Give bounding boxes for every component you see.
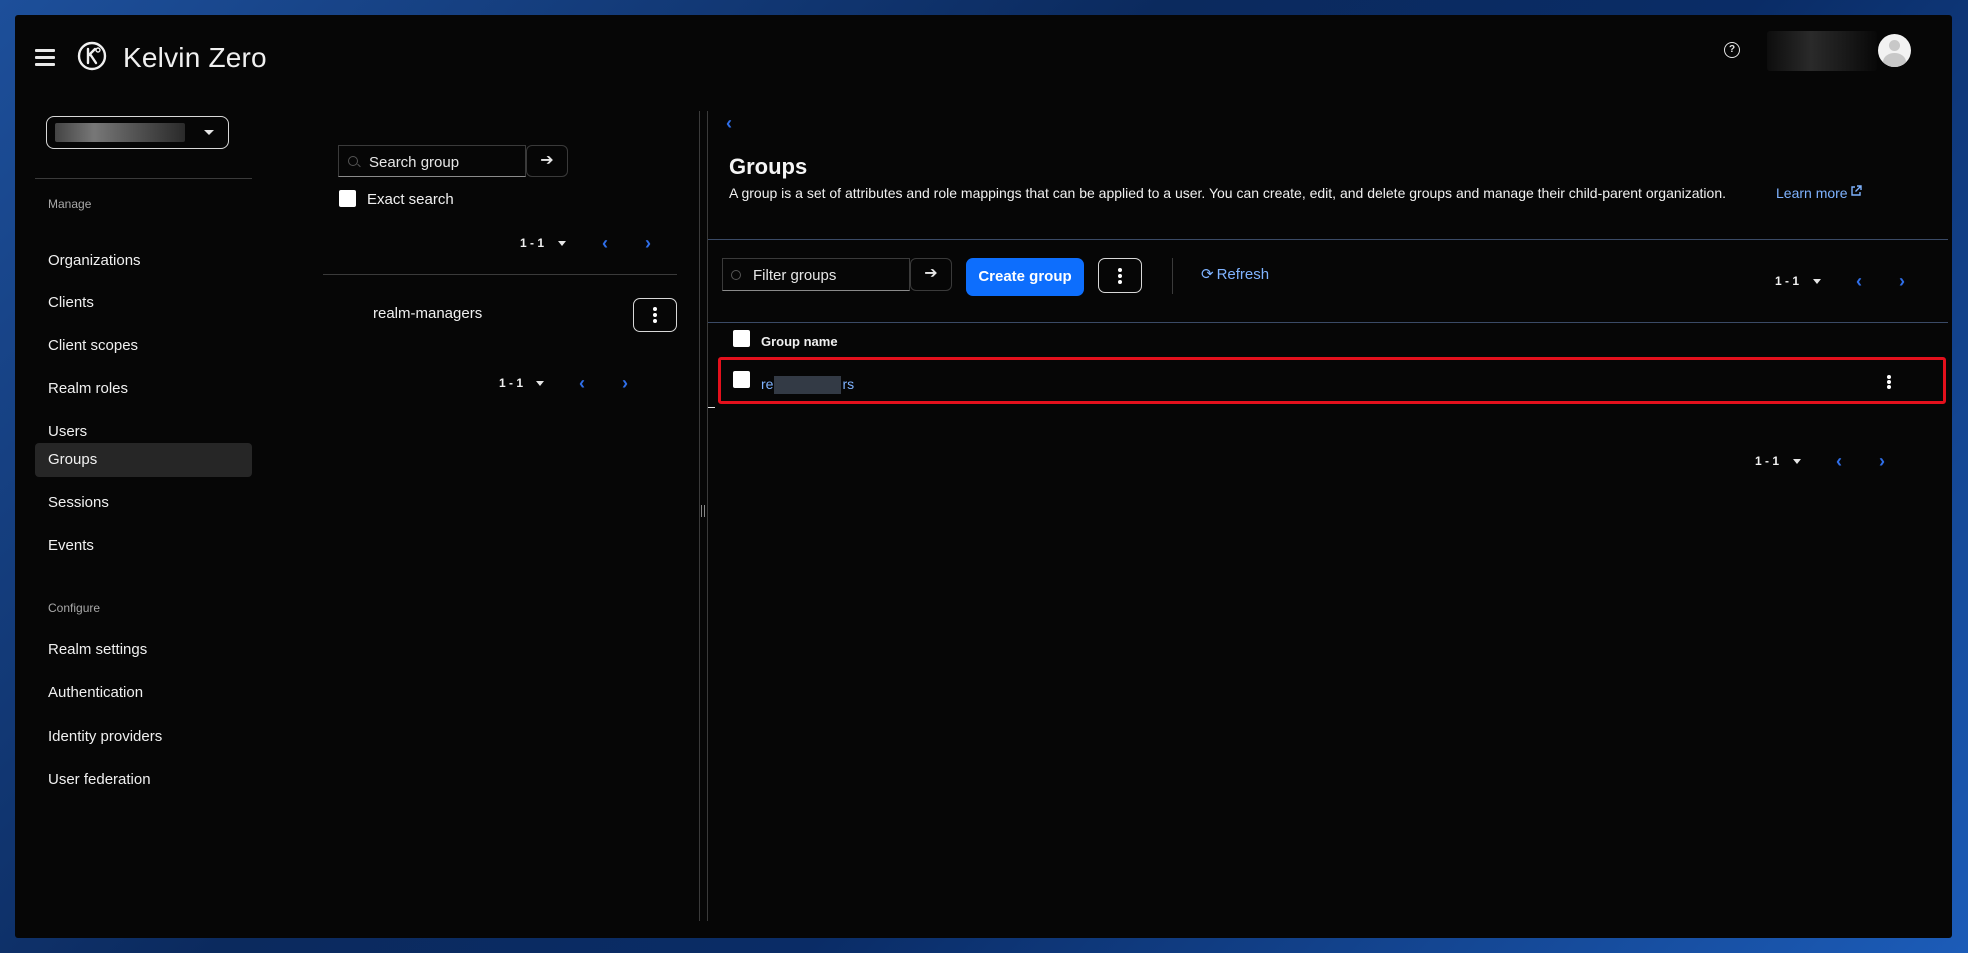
refresh-label: Refresh <box>1216 266 1270 283</box>
table-row <box>718 357 1946 404</box>
tree-pagination-caret-top-icon[interactable] <box>558 241 566 246</box>
filter-groups-submit-button[interactable]: ➔ <box>910 258 952 291</box>
nav-item-organizations[interactable]: Organizations <box>35 244 252 278</box>
prev-page-top-icon[interactable]: ‹ <box>1856 272 1862 290</box>
nav-item-user-federation[interactable]: User federation <box>35 763 252 797</box>
filter-groups-input[interactable] <box>751 259 910 292</box>
search-icon <box>348 156 358 166</box>
nav-section-configure: Configure <box>48 601 101 615</box>
nav-item-identity-providers[interactable]: Identity providers <box>35 720 252 754</box>
select-all-checkbox[interactable] <box>733 330 750 347</box>
realm-selector[interactable] <box>46 116 229 149</box>
prev-page-bottom-icon[interactable]: ‹ <box>1836 452 1842 470</box>
group-name-link[interactable]: re rs <box>761 376 855 395</box>
search-group-box <box>338 145 526 178</box>
toolbar-kebab-button[interactable] <box>1098 258 1142 293</box>
pagination-caret-bottom-icon[interactable] <box>1793 459 1801 464</box>
toolbar-separator <box>1172 258 1173 294</box>
create-group-button[interactable]: Create group <box>966 258 1084 296</box>
nav-item-authentication[interactable]: Authentication <box>35 676 252 710</box>
column-header-group-name: Group name <box>761 334 838 349</box>
tree-next-page-top-icon[interactable]: › <box>645 234 651 252</box>
tree-next-page-bottom-icon[interactable]: › <box>622 374 628 392</box>
search-group-submit-button[interactable]: ➔ <box>526 145 568 177</box>
splitter-drag-handle[interactable] <box>700 505 706 517</box>
refresh-button[interactable]: ⟳ Refresh <box>1201 265 1269 283</box>
nav-item-groups[interactable]: Groups <box>35 443 252 477</box>
user-menu-toggle[interactable] <box>1767 31 1877 71</box>
realm-name-redacted <box>55 123 185 142</box>
row-checkbox[interactable] <box>733 371 750 388</box>
brand-title: Kelvin Zero <box>123 42 267 73</box>
hamburger-menu-icon[interactable] <box>35 49 55 66</box>
page-description: A group is a set of attributes and role … <box>729 185 1727 201</box>
nav-item-events[interactable]: Events <box>35 529 252 563</box>
splitter-line-right <box>707 111 708 921</box>
next-page-top-icon[interactable]: › <box>1899 272 1905 290</box>
app-window: Kelvin Zero ? Manage Organizations Clien… <box>15 15 1952 938</box>
learn-more-link[interactable]: Learn more <box>1776 185 1848 201</box>
tree-pagination-range-bottom: 1 - 1 <box>499 376 524 390</box>
masthead: Kelvin Zero ? <box>15 15 1952 95</box>
user-avatar-icon[interactable] <box>1878 34 1911 67</box>
nav-item-clients[interactable]: Clients <box>35 286 252 320</box>
nav-section-manage: Manage <box>48 197 92 211</box>
kebab-icon <box>653 305 657 325</box>
tree-item-kebab-button[interactable] <box>633 298 677 332</box>
group-name-suffix: rs <box>842 376 855 392</box>
group-name-prefix: re <box>761 376 774 392</box>
nav-item-client-scopes[interactable]: Client scopes <box>35 329 252 363</box>
nav-item-sessions[interactable]: Sessions <box>35 486 252 520</box>
back-chevron-icon[interactable]: ‹ <box>726 114 732 132</box>
page-title: Groups <box>729 154 808 179</box>
tree-item-realm-managers[interactable]: realm-managers <box>373 305 482 322</box>
tree-divider <box>323 274 677 275</box>
tree-prev-page-top-icon[interactable]: ‹ <box>602 234 608 252</box>
row-kebab-icon[interactable] <box>1887 374 1891 390</box>
external-link-icon[interactable] <box>1850 185 1862 197</box>
exact-search-checkbox[interactable] <box>339 190 356 207</box>
filter-groups-box <box>722 258 910 292</box>
row-bottom-border <box>708 407 715 408</box>
nav-item-realm-roles[interactable]: Realm roles <box>35 372 252 406</box>
nav-item-realm-settings[interactable]: Realm settings <box>35 633 252 667</box>
group-name-redacted <box>774 376 842 395</box>
tree-pagination-caret-bottom-icon[interactable] <box>536 381 544 386</box>
next-page-bottom-icon[interactable]: › <box>1879 452 1885 470</box>
exact-search-label: Exact search <box>367 191 454 208</box>
caret-down-icon <box>204 130 214 135</box>
search-group-input[interactable] <box>367 146 526 178</box>
sidebar-divider <box>35 178 252 179</box>
table-top-divider <box>708 322 1948 323</box>
filter-search-icon <box>731 270 741 280</box>
tree-prev-page-bottom-icon[interactable]: ‹ <box>579 374 585 392</box>
refresh-icon: ⟳ <box>1201 266 1214 283</box>
tree-pagination-range-top: 1 - 1 <box>520 236 545 250</box>
pagination-range-bottom: 1 - 1 <box>1755 454 1780 468</box>
kelvin-zero-logo-icon[interactable] <box>77 41 107 71</box>
pagination-range-top: 1 - 1 <box>1775 274 1800 288</box>
header-divider <box>708 239 1948 240</box>
pagination-caret-top-icon[interactable] <box>1813 279 1821 284</box>
kebab-icon <box>1118 266 1122 286</box>
help-icon[interactable]: ? <box>1724 42 1740 58</box>
